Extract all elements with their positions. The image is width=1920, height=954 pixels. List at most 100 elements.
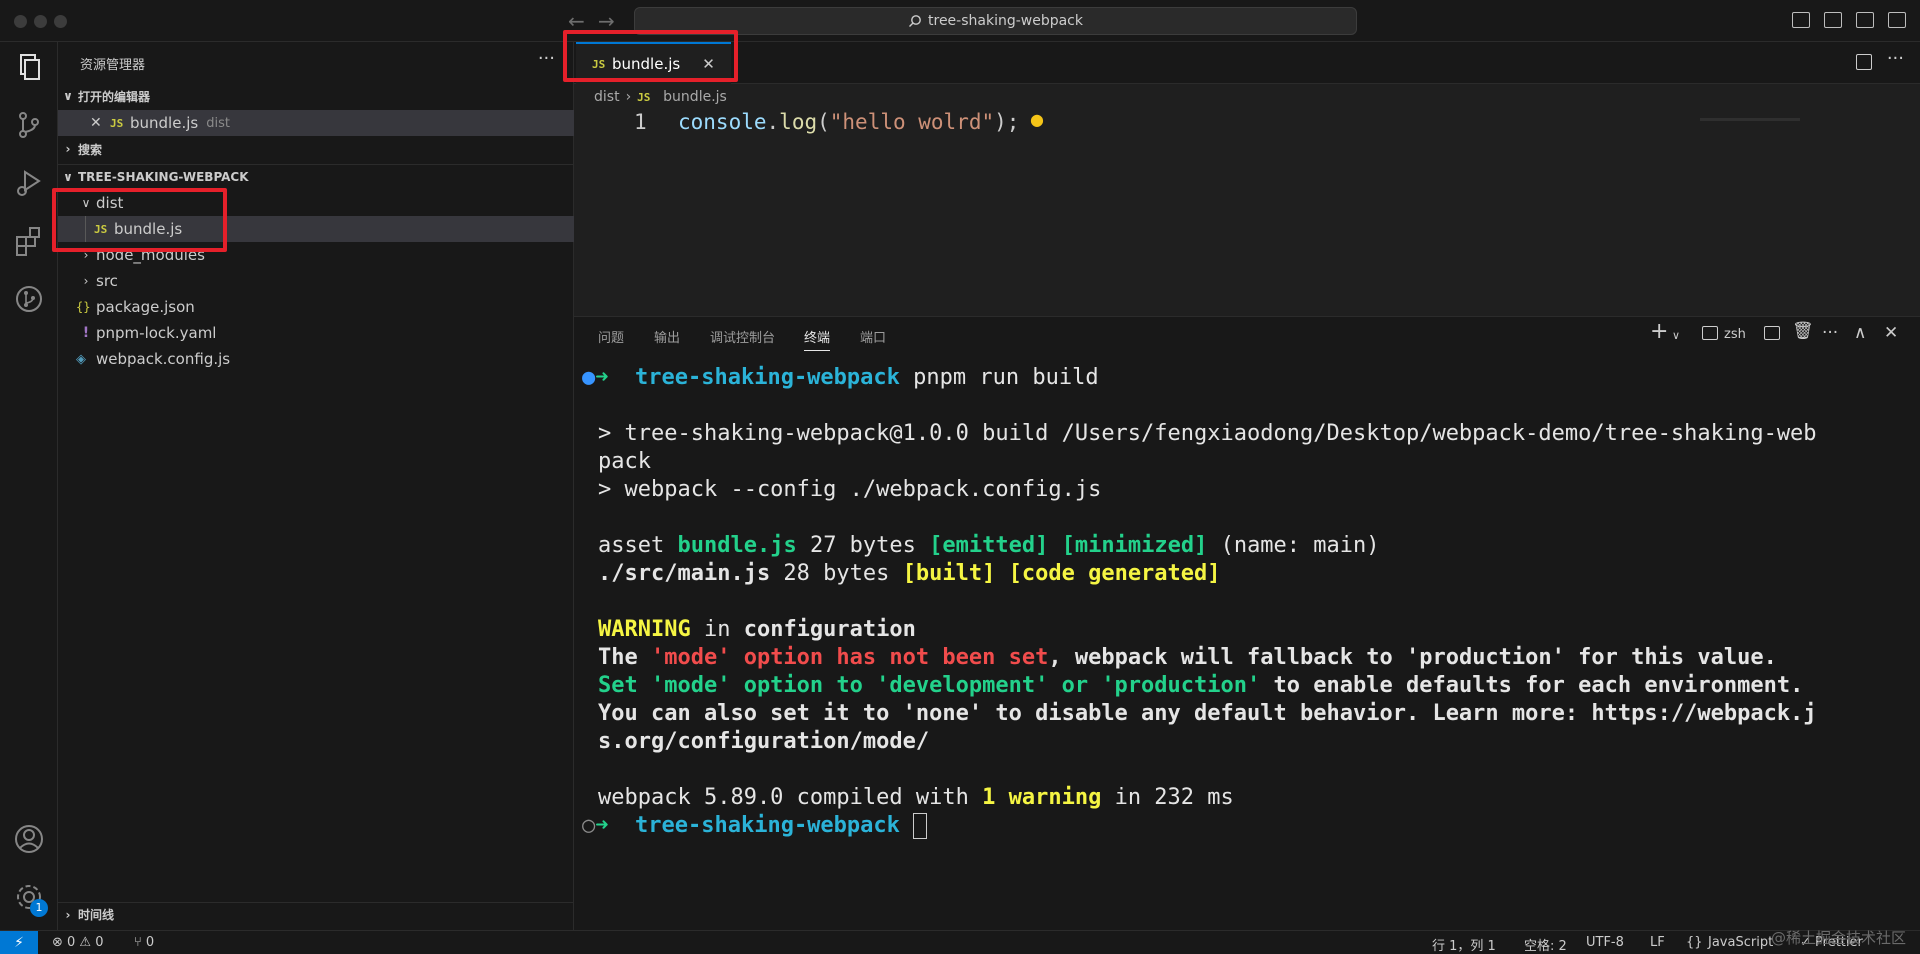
lightbulb-icon[interactable]: ● bbox=[1030, 110, 1044, 129]
explorer-icon[interactable] bbox=[12, 50, 46, 84]
search-label: 搜索 bbox=[78, 142, 103, 157]
watermark: @稀土掘金技术社区 bbox=[1770, 929, 1906, 947]
more-actions-icon[interactable]: ··· bbox=[538, 48, 555, 69]
code-token-close: ); bbox=[994, 110, 1020, 134]
tree-item-pnpm-lock[interactable]: ! pnpm-lock.yaml bbox=[58, 320, 574, 346]
json-file-icon: {} bbox=[76, 300, 91, 314]
close-window-button[interactable] bbox=[14, 15, 27, 28]
project-section[interactable]: ∨ TREE-SHAKING-WEBPACK bbox=[58, 164, 574, 188]
search-section[interactable]: › 搜索 bbox=[58, 137, 574, 161]
explorer-title: 资源管理器 bbox=[80, 58, 146, 73]
asset-file: bundle.js bbox=[677, 533, 797, 558]
tab-problems[interactable]: 问题 bbox=[598, 327, 624, 346]
terminal-line: s.org/configuration/mode/ bbox=[598, 729, 930, 754]
remote-indicator-icon[interactable]: ⚡ bbox=[0, 931, 38, 954]
js-file-icon: JS bbox=[110, 116, 124, 130]
close-panel-icon[interactable]: ✕ bbox=[1884, 323, 1898, 343]
terminal-line: WARNING in configuration bbox=[598, 617, 916, 642]
code-token-function: log bbox=[779, 110, 818, 134]
close-icon[interactable]: ✕ bbox=[90, 115, 110, 131]
terminal-line: You can also set it to 'none' to disable… bbox=[598, 701, 1817, 726]
status-bar: ⚡ ⊗ 0 ⚠ 0 ⑂ 0 行 1，列 1 空格: 2 UTF-8 LF {} … bbox=[0, 929, 1920, 954]
breadcrumb-file[interactable]: bundle.js bbox=[663, 89, 727, 105]
indentation-status[interactable]: 空格: 2 bbox=[1524, 935, 1567, 954]
asset-name: (name: main) bbox=[1207, 533, 1380, 558]
account-icon[interactable] bbox=[12, 822, 46, 856]
new-terminal-button[interactable]: + bbox=[1650, 319, 1668, 344]
warning-set-rest: to enable defaults for each environment. bbox=[1260, 673, 1804, 698]
prompt-arrow: ➜ bbox=[595, 365, 609, 390]
extensions-icon[interactable] bbox=[12, 224, 46, 258]
minimap[interactable] bbox=[1700, 118, 1800, 121]
toggle-secondary-sidebar-icon[interactable] bbox=[1856, 12, 1874, 28]
open-editor-item[interactable]: ✕ JS bundle.js dist bbox=[58, 110, 574, 136]
terminal-line: pack bbox=[598, 449, 651, 474]
explorer-sidebar: 资源管理器 ··· ∨ 打开的编辑器 ✕ JS bundle.js dist ›… bbox=[58, 42, 574, 930]
open-editors-label: 打开的编辑器 bbox=[78, 89, 151, 104]
command-center-search[interactable]: tree-shaking-webpack bbox=[634, 7, 1357, 35]
highlight-box-tree bbox=[52, 188, 227, 252]
zoom-window-button[interactable] bbox=[54, 15, 67, 28]
tree-item-package-json[interactable]: {} package.json bbox=[58, 294, 574, 320]
open-editors-section[interactable]: ∨ 打开的编辑器 bbox=[58, 84, 574, 108]
code-line[interactable]: 1 console.log("hello wolrd"); bbox=[574, 110, 1920, 140]
problems-status[interactable]: ⊗ 0 ⚠ 0 bbox=[52, 935, 104, 950]
search-icon bbox=[909, 15, 921, 27]
trash-icon[interactable]: 🗑 bbox=[1792, 321, 1814, 341]
cursor-position[interactable]: 行 1，列 1 bbox=[1432, 935, 1496, 954]
run-debug-icon[interactable] bbox=[12, 166, 46, 200]
customize-layout-icon[interactable] bbox=[1888, 12, 1906, 28]
command-decoration-icon[interactable]: ● bbox=[582, 365, 595, 390]
timeline-section[interactable]: › 时间线 bbox=[58, 902, 574, 926]
yaml-file-icon: ! bbox=[82, 325, 90, 341]
asset-size: 27 bytes bbox=[796, 533, 930, 558]
asset-emitted: [emitted] bbox=[929, 533, 1049, 558]
terminal-icon bbox=[1702, 326, 1718, 340]
braces-icon: {} bbox=[1686, 935, 1703, 950]
split-editor-icon[interactable] bbox=[1856, 54, 1872, 70]
compiled-warning: 1 warning bbox=[982, 785, 1102, 810]
chevron-right-icon: › bbox=[65, 907, 71, 922]
tree-item-label: src bbox=[96, 272, 118, 290]
toggle-panel-icon[interactable] bbox=[1824, 12, 1842, 28]
source-control-icon[interactable] bbox=[12, 108, 46, 142]
ports-status[interactable]: ⑂ 0 bbox=[134, 935, 154, 950]
terminal-line: > tree-shaking-webpack@1.0.0 build /User… bbox=[598, 421, 1817, 446]
terminal-shell-name[interactable]: zsh bbox=[1724, 327, 1746, 342]
toggle-sidebar-icon[interactable] bbox=[1792, 12, 1810, 28]
more-actions-icon[interactable]: ··· bbox=[1887, 48, 1904, 69]
terminal-line: The 'mode' option has not been set, webp… bbox=[598, 645, 1777, 670]
encoding-status[interactable]: UTF-8 bbox=[1586, 935, 1624, 950]
tab-output[interactable]: 输出 bbox=[654, 327, 680, 346]
warning-the: The bbox=[598, 645, 651, 670]
breadcrumb-folder[interactable]: dist bbox=[594, 89, 620, 105]
command-decoration-icon: ○ bbox=[582, 813, 596, 838]
terminal-line: asset bundle.js 27 bytes [emitted] [mini… bbox=[598, 533, 1380, 558]
chevron-down-icon[interactable]: ∨ bbox=[1672, 329, 1680, 342]
split-terminal-icon[interactable] bbox=[1764, 326, 1780, 340]
warning-in: in bbox=[690, 617, 744, 642]
tree-item-webpack-config[interactable]: ◈ webpack.config.js bbox=[58, 346, 574, 372]
warning-set: Set 'mode' option to 'development' or 'p… bbox=[598, 673, 1261, 698]
open-editor-folder: dist bbox=[206, 115, 230, 131]
eol-status[interactable]: LF bbox=[1650, 935, 1665, 950]
terminal-line[interactable]: ○➜ tree-shaking-webpack bbox=[582, 813, 928, 839]
language-mode[interactable]: JavaScript bbox=[1708, 935, 1773, 950]
settings-badge: 1 bbox=[30, 899, 48, 917]
highlight-box-tab bbox=[563, 30, 738, 82]
tab-terminal[interactable]: 终端 bbox=[804, 327, 831, 351]
chevron-down-icon: ∨ bbox=[63, 89, 73, 103]
module-built: [built] bbox=[902, 561, 996, 586]
tree-item-label: webpack.config.js bbox=[96, 350, 231, 368]
terminal-line: ./src/main.js 28 bytes [built] [code gen… bbox=[598, 561, 1221, 586]
code-token-dot: . bbox=[766, 110, 780, 134]
tree-item-src[interactable]: › src bbox=[58, 268, 574, 294]
tab-debug-console[interactable]: 调试控制台 bbox=[710, 327, 775, 346]
git-graph-icon[interactable] bbox=[12, 282, 46, 316]
terminal-line: Set 'mode' option to 'development' or 'p… bbox=[598, 673, 1803, 698]
more-actions-icon[interactable]: ··· bbox=[1822, 323, 1838, 343]
line-number: 1 bbox=[634, 110, 647, 134]
tab-ports[interactable]: 端口 bbox=[860, 327, 886, 346]
maximize-panel-icon[interactable]: ∧ bbox=[1854, 323, 1866, 343]
minimize-window-button[interactable] bbox=[34, 15, 47, 28]
